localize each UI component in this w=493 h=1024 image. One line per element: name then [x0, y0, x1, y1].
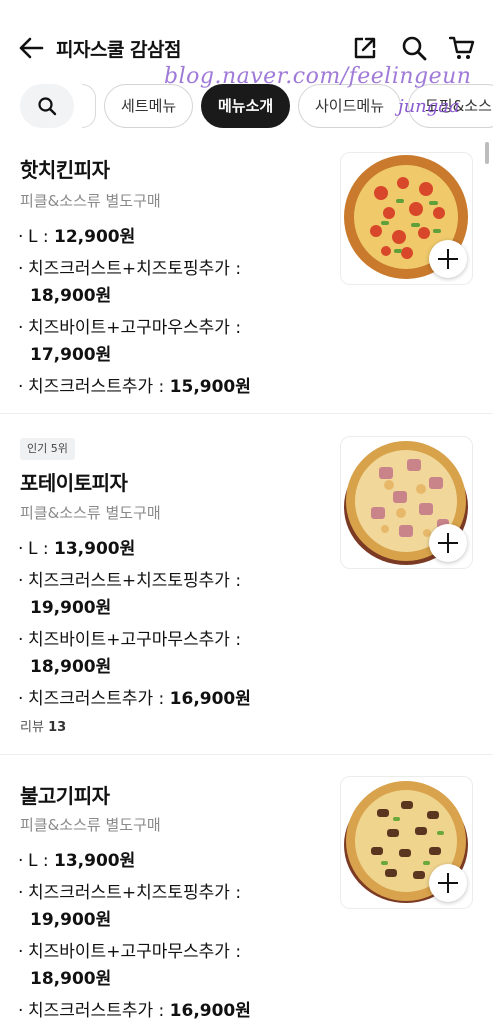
review-count[interactable]: 리뷰 13 [20, 716, 66, 735]
price-line: · 치즈크러스트+치즈토핑추가 : [18, 259, 242, 279]
cart-icon[interactable] [449, 35, 475, 61]
page-title: 피자스쿨 감삼점 [56, 39, 181, 61]
pizza-photo[interactable] [340, 436, 473, 569]
pizza-photo[interactable] [340, 776, 473, 909]
price-line: · 치즈크러스트+치즈토핑추가 : [18, 571, 242, 591]
menu-item-name: 불고기피자 [20, 784, 110, 808]
add-to-cart-button[interactable] [429, 524, 467, 562]
price-line: · 치즈크러스트추가 : 16,900원 [18, 1001, 251, 1021]
add-to-cart-button[interactable] [429, 240, 467, 278]
tab-side-menu[interactable]: 사이드메뉴 [298, 84, 402, 128]
price-line: · 치즈바이트+고구마무스추가 : [18, 942, 242, 962]
search-icon[interactable] [401, 35, 427, 61]
price-line: · 치즈크러스트추가 : 15,900원 [18, 377, 251, 397]
menu-item-desc: 피클&소스류 별도구매 [20, 816, 161, 834]
tab-search-button[interactable] [20, 84, 74, 128]
price-value: 19,900원 [30, 598, 112, 618]
price-value: 19,900원 [30, 910, 112, 930]
share-icon[interactable] [352, 35, 378, 61]
back-arrow-icon[interactable] [18, 36, 44, 60]
watermark-signature: jungaa [398, 96, 460, 117]
menu-item-desc: 피클&소스류 별도구매 [20, 192, 161, 210]
price-value: 18,900원 [30, 286, 112, 306]
search-icon [38, 97, 57, 116]
price-line: · L : 12,900원 [18, 227, 136, 247]
pizza-photo[interactable] [340, 152, 473, 285]
divider [0, 754, 493, 755]
scrollbar[interactable] [485, 142, 489, 164]
price-line: · 치즈바이트+고구마우스추가 : [18, 318, 242, 338]
price-line: · 치즈크러스트+치즈토핑추가 : [18, 883, 242, 903]
price-line: · 치즈바이트+고구마무스추가 : [18, 630, 242, 650]
menu-item-name: 핫치킨피자 [20, 158, 110, 182]
watermark-text: blog.naver.com/feelingeun [164, 64, 472, 89]
tab-menu-intro[interactable]: 메뉴소개 [201, 84, 291, 128]
price-line: · L : 13,900원 [18, 851, 136, 871]
price-value: 17,900원 [30, 345, 112, 365]
menu-item-name: 포테이토피자 [20, 471, 128, 495]
tab-partial[interactable] [82, 84, 96, 128]
divider [0, 413, 493, 414]
price-value: 18,900원 [30, 969, 112, 989]
tab-set-menu[interactable]: 세트메뉴 [104, 84, 194, 128]
add-to-cart-button[interactable] [429, 864, 467, 902]
menu-item-desc: 피클&소스류 별도구매 [20, 504, 161, 522]
price-line: · 치즈크러스트추가 : 16,900원 [18, 689, 251, 709]
price-line: · L : 13,900원 [18, 539, 136, 559]
price-value: 18,900원 [30, 657, 112, 677]
popularity-badge: 인기 5위 [20, 438, 75, 460]
